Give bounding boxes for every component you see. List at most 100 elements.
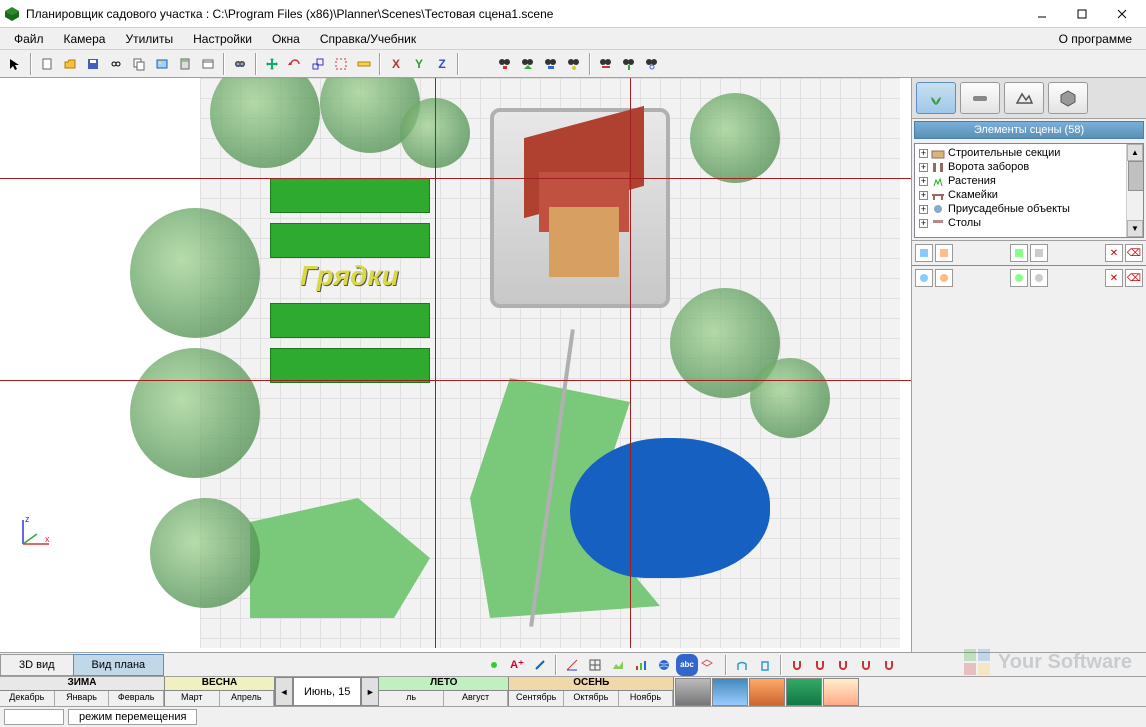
thumb-1[interactable]: [675, 678, 711, 706]
prop-icon-3[interactable]: [1010, 244, 1028, 262]
house-object[interactable]: [490, 108, 670, 308]
scene-tree[interactable]: +Строительные секции +Ворота заборов +Ра…: [914, 143, 1144, 238]
right-panel: Элементы сцены (58) +Строительные секции…: [911, 78, 1146, 652]
tree-item: +Ворота заборов: [917, 160, 1141, 174]
link-icon[interactable]: [105, 53, 127, 75]
canvas[interactable]: Грядки: [0, 78, 911, 652]
axis-z-button[interactable]: Z: [431, 53, 453, 75]
camera-icon-6[interactable]: [618, 53, 640, 75]
save-icon[interactable]: [82, 53, 104, 75]
view-3d-tab[interactable]: 3D вид: [0, 654, 74, 676]
season-thumbnails: [674, 677, 860, 706]
menu-windows[interactable]: Окна: [262, 29, 310, 49]
chart-icon[interactable]: [630, 654, 652, 676]
axis-x-button[interactable]: X: [385, 53, 407, 75]
timeline-next[interactable]: ►: [361, 677, 379, 706]
status-mode: режим перемещения: [68, 709, 197, 725]
thumb-3[interactable]: [749, 678, 785, 706]
scale-icon[interactable]: [307, 53, 329, 75]
prop2-icon-4[interactable]: [1030, 269, 1048, 287]
tab-tools[interactable]: [960, 82, 1000, 114]
prop2-icon-2[interactable]: [935, 269, 953, 287]
move-icon[interactable]: [261, 53, 283, 75]
menu-camera[interactable]: Камера: [54, 29, 116, 49]
menu-file[interactable]: Файл: [4, 29, 54, 49]
calc-icon[interactable]: [174, 53, 196, 75]
axis-gizmo: z x: [15, 512, 55, 552]
fence-icon[interactable]: [731, 654, 753, 676]
magnet-icon-5[interactable]: [878, 654, 900, 676]
timeline-prev[interactable]: ◄: [275, 677, 293, 706]
menu-about[interactable]: О программе: [1049, 29, 1142, 49]
view-bar: 3D вид Вид плана A⁺ abc: [0, 653, 1146, 677]
text-icon[interactable]: A⁺: [506, 654, 528, 676]
tree-toolbar: ✕ ⌫: [912, 240, 1146, 265]
prop-icon-1[interactable]: [915, 244, 933, 262]
globe-icon[interactable]: [653, 654, 675, 676]
minimize-button[interactable]: [1022, 2, 1062, 26]
thumb-2[interactable]: [712, 678, 748, 706]
axis-y-button[interactable]: Y: [408, 53, 430, 75]
prop2-delete-icon[interactable]: ✕: [1105, 269, 1123, 287]
prop2-icon-1[interactable]: [915, 269, 933, 287]
window-icon[interactable]: [197, 53, 219, 75]
gate-icon[interactable]: [754, 654, 776, 676]
measure-icon[interactable]: [353, 53, 375, 75]
timeline-date[interactable]: Июнь, 15: [293, 677, 361, 706]
menu-help[interactable]: Справка/Учебник: [310, 29, 426, 49]
select-box-icon[interactable]: [330, 53, 352, 75]
thumb-5[interactable]: [823, 678, 859, 706]
terrain-icon[interactable]: [607, 654, 629, 676]
timeline[interactable]: ЗИМА Декабрь Январь Февраль ВЕСНА Март А…: [0, 677, 1146, 707]
pointer-icon[interactable]: [4, 53, 26, 75]
pen-icon[interactable]: [529, 654, 551, 676]
open-file-icon[interactable]: [59, 53, 81, 75]
magnet-icon-1[interactable]: [786, 654, 808, 676]
menu-settings[interactable]: Настройки: [183, 29, 262, 49]
season-summer: ЛЕТО: [379, 677, 508, 691]
cube-icon[interactable]: [699, 654, 721, 676]
titlebar: Планировщик садового участка : C:\Progra…: [0, 0, 1146, 28]
panel-header: Элементы сцены (58): [914, 121, 1144, 139]
prop2-clear-icon[interactable]: ⌫: [1125, 269, 1143, 287]
camera-icon-1[interactable]: [494, 53, 516, 75]
camera-icon-3[interactable]: [540, 53, 562, 75]
prop-icon-2[interactable]: [935, 244, 953, 262]
copy-icon[interactable]: [128, 53, 150, 75]
tab-plants[interactable]: [916, 82, 956, 114]
magnet-icon-3[interactable]: [832, 654, 854, 676]
grid-icon[interactable]: [584, 654, 606, 676]
prop-icon-4[interactable]: [1030, 244, 1048, 262]
camera-icon-5[interactable]: [595, 53, 617, 75]
camera-icon-4[interactable]: [563, 53, 585, 75]
beds-label: Грядки: [300, 260, 399, 292]
axis-icon[interactable]: [561, 654, 583, 676]
app-icon: [4, 6, 20, 22]
thumb-4[interactable]: [786, 678, 822, 706]
camera-icon-2[interactable]: [517, 53, 539, 75]
maximize-button[interactable]: [1062, 2, 1102, 26]
magnet-icon-2[interactable]: [809, 654, 831, 676]
svg-text:z: z: [25, 514, 30, 524]
season-autumn: ОСЕНЬ: [509, 677, 673, 691]
abc-icon[interactable]: abc: [676, 654, 698, 676]
svg-text:x: x: [45, 534, 50, 544]
magnet-icon-4[interactable]: [855, 654, 877, 676]
new-file-icon[interactable]: [36, 53, 58, 75]
prop2-icon-3[interactable]: [1010, 269, 1028, 287]
rotate-icon[interactable]: [284, 53, 306, 75]
camera-icon-7[interactable]: [641, 53, 663, 75]
tab-shapes[interactable]: [1004, 82, 1044, 114]
sun-icon[interactable]: [483, 654, 505, 676]
binocular-icon[interactable]: [229, 53, 251, 75]
season-winter: ЗИМА: [0, 677, 164, 691]
tree-scrollbar[interactable]: ▲▼: [1126, 144, 1143, 237]
menu-utilities[interactable]: Утилиты: [115, 29, 183, 49]
image-icon[interactable]: [151, 53, 173, 75]
main-toolbar: X Y Z: [0, 50, 1146, 78]
prop-clear-icon[interactable]: ⌫: [1125, 244, 1143, 262]
close-button[interactable]: [1102, 2, 1142, 26]
tab-3d[interactable]: [1048, 82, 1088, 114]
prop-delete-icon[interactable]: ✕: [1105, 244, 1123, 262]
view-plan-tab[interactable]: Вид плана: [73, 654, 165, 676]
